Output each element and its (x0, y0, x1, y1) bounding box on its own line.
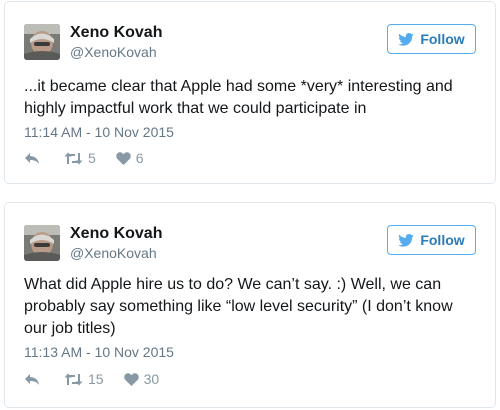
avatar[interactable] (24, 24, 60, 60)
reply-icon (24, 372, 40, 386)
like-count: 30 (143, 371, 160, 387)
tweet-text: What did Apple hire us to do? We can’t s… (24, 276, 453, 337)
retweet-icon (64, 152, 83, 165)
reply-button[interactable] (24, 372, 40, 386)
like-button[interactable]: 6 (116, 150, 144, 166)
heart-icon (123, 372, 139, 386)
avatar[interactable] (24, 225, 60, 261)
author-handle[interactable]: @XenoKovah (70, 245, 157, 261)
like-count: 6 (135, 150, 144, 166)
tweet-actions: 5 6 (24, 148, 144, 168)
retweet-count: 5 (88, 150, 96, 166)
retweet-count: 15 (88, 371, 104, 387)
tweet-card: Xeno Kovah @XenoKovah Follow What did Ap… (4, 202, 496, 408)
twitter-bird-icon (398, 32, 415, 46)
retweet-button[interactable]: 15 (64, 371, 104, 387)
reply-icon (24, 151, 40, 165)
like-button[interactable]: 30 (123, 371, 160, 387)
follow-label: Follow (420, 31, 465, 47)
heart-icon (116, 151, 131, 165)
retweet-icon (64, 373, 83, 386)
author-name[interactable]: Xeno Kovah (70, 24, 162, 42)
follow-label: Follow (420, 232, 465, 248)
tweet-text: ...it became clear that Apple had some *… (24, 78, 453, 117)
tweet-timestamp[interactable]: 11:13 AM - 10 Nov 2015 (24, 344, 174, 360)
author-handle[interactable]: @XenoKovah (70, 44, 157, 60)
reply-button[interactable] (24, 151, 40, 165)
follow-button[interactable]: Follow (387, 225, 476, 255)
follow-button[interactable]: Follow (387, 24, 476, 54)
tweet-actions: 15 30 (24, 369, 159, 389)
tweet-timestamp[interactable]: 11:14 AM - 10 Nov 2015 (24, 124, 174, 140)
tweet-card: Xeno Kovah @XenoKovah Follow ...it becam… (4, 1, 496, 184)
twitter-bird-icon (398, 233, 415, 247)
author-name[interactable]: Xeno Kovah (70, 225, 162, 243)
retweet-button[interactable]: 5 (64, 150, 96, 166)
